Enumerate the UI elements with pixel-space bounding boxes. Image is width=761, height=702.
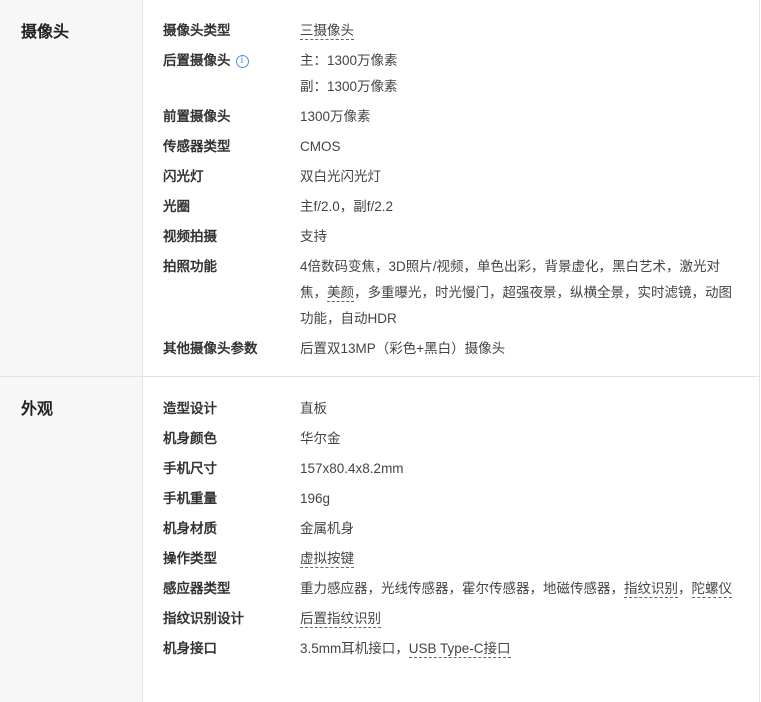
info-icon[interactable]: i	[235, 55, 249, 68]
virtual-keys-link[interactable]: 虚拟按键	[300, 551, 354, 568]
spec-label: 传感器类型	[163, 139, 231, 154]
spec-row-ports: 机身接口 3.5mm耳机接口，USB Type-C接口	[163, 634, 759, 664]
spec-label-text: 后置摄像头	[163, 53, 231, 68]
spec-value: 主f/2.0，副f/2.2	[300, 199, 394, 214]
spec-label: 机身材质	[163, 521, 217, 536]
section-title-camera: 摄像头	[0, 0, 143, 376]
spec-row-design: 造型设计 直板	[163, 394, 759, 424]
spec-label: 机身接口	[163, 641, 217, 656]
spec-row-sensors: 感应器类型 重力感应器，光线传感器，霍尔传感器，地磁传感器，指纹识别，陀螺仪	[163, 574, 759, 604]
camera-section: 摄像头 摄像头类型 三摄像头 后置摄像头 i 主：1300万像素 副：1300万像…	[0, 0, 759, 377]
spec-label: 操作类型	[163, 551, 217, 566]
rear-sub-value: 副：1300万像素	[300, 79, 398, 94]
section-title-appearance: 外观	[0, 377, 143, 702]
spec-value: 三摄像头	[300, 16, 759, 46]
spec-value: 虚拟按键	[300, 544, 759, 574]
spec-value: 后置双13MP（彩色+黑白）摄像头	[300, 341, 506, 356]
appearance-spec-rows: 造型设计 直板 机身颜色 华尔金 手机尺寸 157x80.4x8.2mm 手机重…	[143, 377, 759, 702]
spec-label: 摄像头类型	[163, 23, 231, 38]
ports-text: 3.5mm耳机接口，	[300, 641, 409, 656]
spec-row-fingerprint-design: 指纹识别设计 后置指纹识别	[163, 604, 759, 634]
rear-main-value: 主：1300万像素	[300, 53, 398, 68]
features-text-2: ，多重曝光，时光慢门，超强夜景，纵横全景，实时滤镜，动图功能，自动HDR	[300, 285, 732, 326]
spec-label: 光圈	[163, 199, 190, 214]
spec-row-camera-type: 摄像头类型 三摄像头	[163, 16, 759, 46]
fingerprint-link[interactable]: 指纹识别	[624, 581, 678, 598]
spec-value: 3.5mm耳机接口，USB Type-C接口	[300, 634, 759, 664]
spec-label: 手机重量	[163, 491, 217, 506]
spec-row-video: 视频拍摄 支持	[163, 222, 759, 252]
spec-label: 手机尺寸	[163, 461, 217, 476]
spec-label: 后置摄像头 i	[163, 48, 300, 100]
spec-value: 双白光闪光灯	[300, 169, 381, 184]
spec-row-material: 机身材质 金属机身	[163, 514, 759, 544]
spec-label: 前置摄像头	[163, 109, 231, 124]
spec-value: 主：1300万像素 副：1300万像素	[300, 48, 759, 100]
spec-value: 直板	[300, 401, 327, 416]
spec-label: 闪光灯	[163, 169, 204, 184]
spec-label: 拍照功能	[163, 259, 217, 274]
spec-row-flash: 闪光灯 双白光闪光灯	[163, 162, 759, 192]
spec-label: 指纹识别设计	[163, 611, 244, 626]
spec-value: 1300万像素	[300, 109, 371, 124]
spec-row-rear-camera: 后置摄像头 i 主：1300万像素 副：1300万像素	[163, 46, 759, 102]
spec-row-photo-features: 拍照功能 4倍数码变焦，3D照片/视频，单色出彩，背景虚化，黑白艺术，激光对焦，…	[163, 252, 759, 334]
spec-row-front-camera: 前置摄像头 1300万像素	[163, 102, 759, 132]
spec-row-aperture: 光圈 主f/2.0，副f/2.2	[163, 192, 759, 222]
camera-type-link[interactable]: 三摄像头	[300, 23, 354, 40]
sensors-separator: ，	[678, 581, 692, 596]
camera-spec-rows: 摄像头类型 三摄像头 后置摄像头 i 主：1300万像素 副：1300万像素 前置…	[143, 0, 759, 376]
spec-value: 196g	[300, 491, 331, 506]
spec-value: 4倍数码变焦，3D照片/视频，单色出彩，背景虚化，黑白艺术，激光对焦，美颜，多重…	[300, 254, 759, 332]
spec-row-color: 机身颜色 华尔金	[163, 424, 759, 454]
spec-value: 重力感应器，光线传感器，霍尔传感器，地磁传感器，指纹识别，陀螺仪	[300, 576, 759, 602]
spec-value: 157x80.4x8.2mm	[300, 461, 404, 476]
spec-label: 视频拍摄	[163, 229, 217, 244]
spec-value: 后置指纹识别	[300, 604, 759, 634]
spec-row-operation: 操作类型 虚拟按键	[163, 544, 759, 574]
spec-value: CMOS	[300, 139, 341, 154]
gyroscope-link[interactable]: 陀螺仪	[691, 581, 732, 598]
appearance-section: 外观 造型设计 直板 机身颜色 华尔金 手机尺寸 157x80.4x8.2mm …	[0, 377, 759, 702]
spec-table: 摄像头 摄像头类型 三摄像头 后置摄像头 i 主：1300万像素 副：1300万像…	[0, 0, 760, 702]
spec-row-weight: 手机重量 196g	[163, 484, 759, 514]
spec-label: 造型设计	[163, 401, 217, 416]
sensors-text: 重力感应器，光线传感器，霍尔传感器，地磁传感器，	[300, 581, 624, 596]
spec-label: 感应器类型	[163, 581, 231, 596]
rear-fingerprint-link[interactable]: 后置指纹识别	[300, 611, 381, 628]
spec-row-other-camera: 其他摄像头参数 后置双13MP（彩色+黑白）摄像头	[163, 334, 759, 364]
spec-value: 金属机身	[300, 521, 354, 536]
beauty-link[interactable]: 美颜	[327, 285, 354, 302]
spec-value: 华尔金	[300, 431, 341, 446]
spec-value: 支持	[300, 229, 327, 244]
spec-label: 其他摄像头参数	[163, 341, 258, 356]
spec-row-size: 手机尺寸 157x80.4x8.2mm	[163, 454, 759, 484]
spec-label: 机身颜色	[163, 431, 217, 446]
usb-type-c-link[interactable]: USB Type-C接口	[408, 641, 511, 658]
spec-row-sensor-type: 传感器类型 CMOS	[163, 132, 759, 162]
